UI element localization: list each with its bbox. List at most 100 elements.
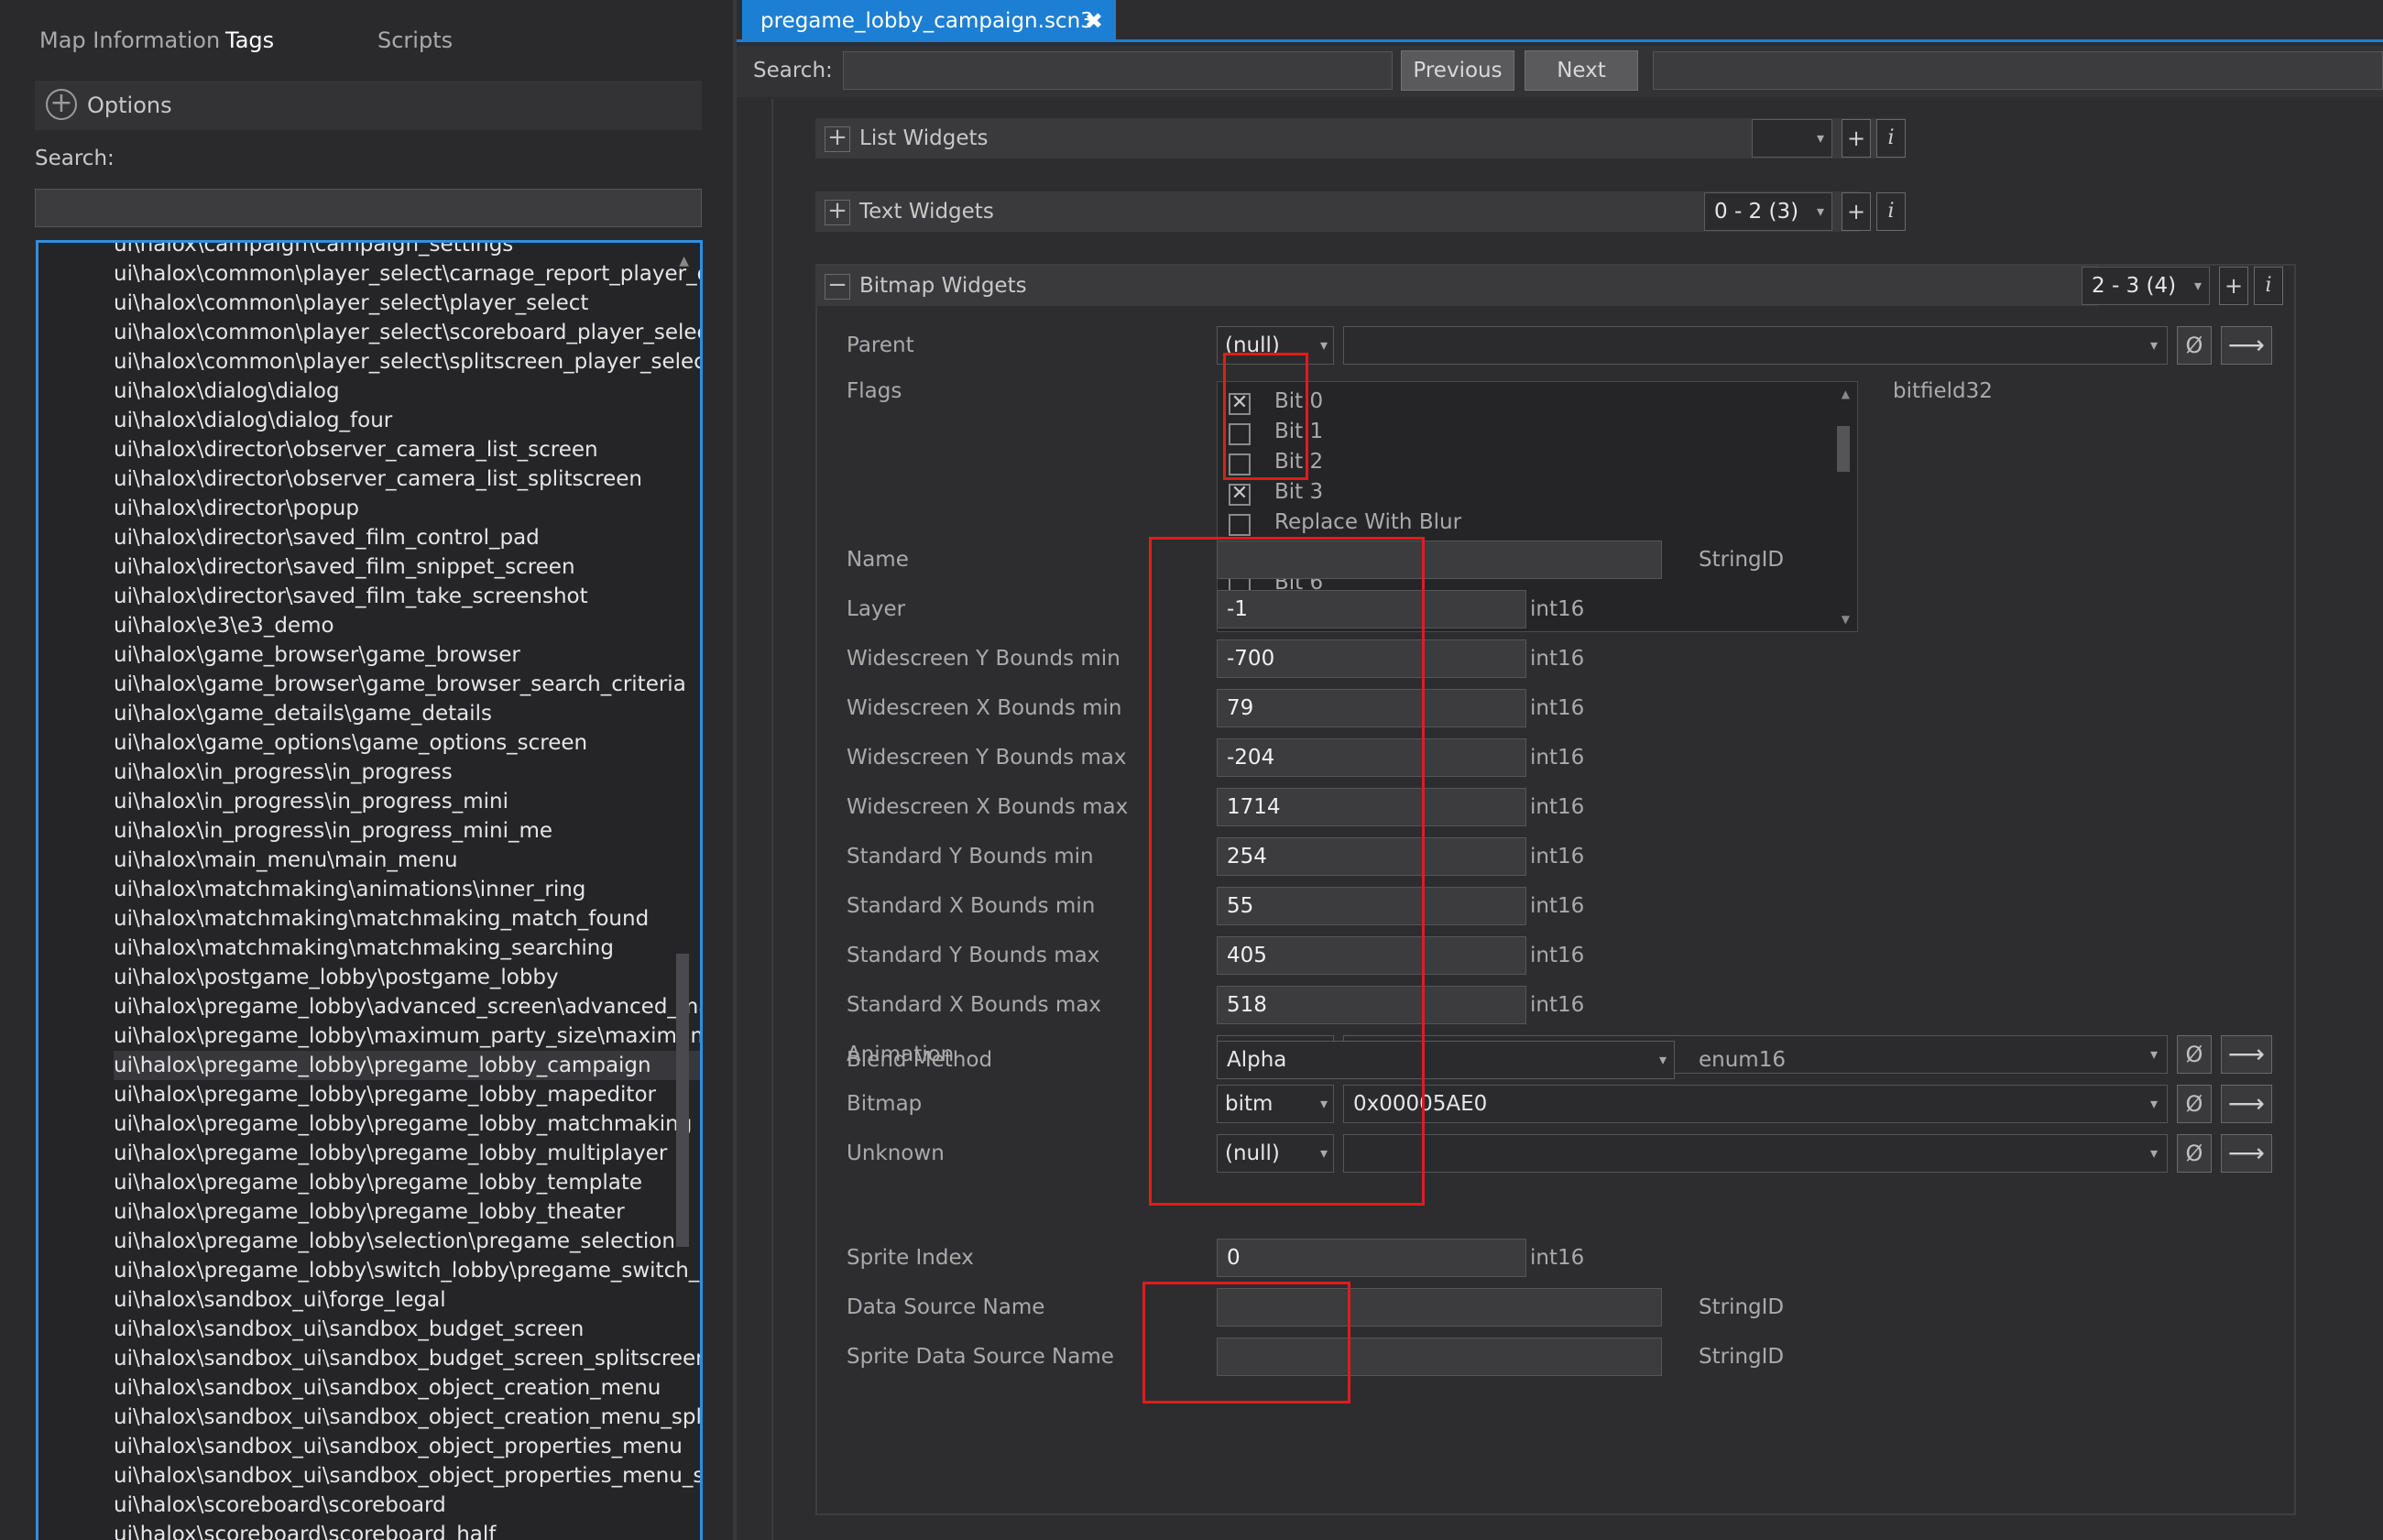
- tag-list-item[interactable]: ui\halox\game_details\game_details: [114, 699, 700, 728]
- tag-list-item[interactable]: ui\halox\matchmaking\animations\inner_ri…: [114, 875, 700, 904]
- tag-list-item[interactable]: ui\halox\scoreboard\scoreboard: [114, 1491, 700, 1520]
- tag-list-item[interactable]: ui\halox\sandbox_ui\sandbox_object_prope…: [114, 1461, 700, 1491]
- tag-list-item[interactable]: ui\halox\common\player_select\scoreboard…: [114, 318, 700, 347]
- checkbox-icon[interactable]: [1229, 423, 1251, 445]
- bitmap-widgets-selector[interactable]: 2 - 3 (4) ▾: [2082, 267, 2210, 305]
- tag-list[interactable]: ui\halox\campaign\campaign_settings ui\ha…: [36, 240, 703, 1540]
- tag-list-item[interactable]: ui\halox\pregame_lobby\advanced_screen\a…: [114, 992, 700, 1021]
- sprite-index-input[interactable]: 0: [1217, 1239, 1526, 1277]
- info-button[interactable]: i: [2254, 267, 2283, 305]
- flags-scrollbar-thumb[interactable]: [1837, 426, 1850, 472]
- checked-checkbox-icon[interactable]: ✕: [1229, 484, 1251, 506]
- standard-x-bounds-max-input[interactable]: 518: [1217, 986, 1526, 1024]
- scroll-up-arrow-icon[interactable]: ▲: [1842, 388, 1850, 400]
- tag-list-item[interactable]: ui\halox\pregame_lobby\pregame_lobby_the…: [114, 1197, 700, 1227]
- tag-list-item[interactable]: ui\halox\main_menu\main_menu: [114, 846, 700, 875]
- widescreen-y-bounds-min-input[interactable]: -700: [1217, 639, 1526, 678]
- bitmap-group-select[interactable]: bitm ▾: [1217, 1085, 1334, 1123]
- close-icon[interactable]: ✖: [1085, 0, 1103, 42]
- tag-list-item[interactable]: ui\halox\sandbox_ui\sandbox_object_creat…: [114, 1373, 700, 1403]
- standard-x-bounds-min-input[interactable]: 55: [1217, 887, 1526, 925]
- tag-list-item[interactable]: ui\halox\director\popup: [114, 494, 700, 523]
- parent-group-select[interactable]: (null) ▾: [1217, 326, 1334, 365]
- tag-list-item[interactable]: ui\halox\game_browser\game_browser_searc…: [114, 670, 700, 699]
- previous-button[interactable]: Previous: [1401, 50, 1514, 91]
- tag-list-item[interactable]: ui\halox\sandbox_ui\sandbox_object_creat…: [114, 1403, 700, 1432]
- standard-y-bounds-max-input[interactable]: 405: [1217, 936, 1526, 975]
- tag-list-item[interactable]: ui\halox\common\player_select\splitscree…: [114, 347, 700, 377]
- checked-checkbox-icon[interactable]: ✕: [1229, 393, 1251, 415]
- layer-input[interactable]: -1: [1217, 590, 1526, 628]
- unknown-group-select[interactable]: (null) ▾: [1217, 1134, 1334, 1173]
- editor-search-input[interactable]: [843, 51, 1393, 90]
- tag-list-item[interactable]: ui\halox\pregame_lobby\pregame_lobby_cam…: [114, 1051, 700, 1080]
- add-block-button[interactable]: +: [2219, 267, 2248, 305]
- tag-list-item[interactable]: ui\halox\in_progress\in_progress_mini_me: [114, 816, 700, 846]
- tag-list-item[interactable]: ui\halox\in_progress\in_progress_mini: [114, 787, 700, 816]
- tag-list-item[interactable]: ui\halox\director\saved_film_control_pad: [114, 523, 700, 552]
- goto-tag-button[interactable]: ⟶: [2221, 1134, 2272, 1173]
- tag-list-item[interactable]: ui\halox\dialog\dialog_four: [114, 406, 700, 435]
- tag-list-item[interactable]: ui\halox\sandbox_ui\sandbox_budget_scree…: [114, 1315, 700, 1344]
- bitmap-widgets-title: Bitmap Widgets: [859, 274, 1027, 298]
- tag-list-item[interactable]: ui\halox\pregame_lobby\pregame_lobby_mul…: [114, 1139, 700, 1168]
- tag-list-item[interactable]: ui\halox\sandbox_ui\forge_legal: [114, 1285, 700, 1315]
- scroll-up-arrow-icon[interactable]: ▲: [679, 254, 689, 268]
- tag-list-item[interactable]: ui\halox\in_progress\in_progress: [114, 758, 700, 787]
- unknown-tag-path[interactable]: ▾: [1343, 1134, 2168, 1173]
- tag-list-item[interactable]: ui\halox\game_options\game_options_scree…: [114, 728, 700, 758]
- tag-list-item[interactable]: ui\halox\pregame_lobby\switch_lobby\preg…: [114, 1256, 700, 1285]
- tag-list-item[interactable]: ui\halox\dialog\dialog: [114, 377, 700, 406]
- tag-list-item[interactable]: ui\halox\sandbox_ui\sandbox_budget_scree…: [114, 1344, 700, 1373]
- tag-list-item[interactable]: ui\halox\game_browser\game_browser: [114, 640, 700, 670]
- tag-list-item[interactable]: ui\halox\pregame_lobby\selection\pregame…: [114, 1227, 700, 1256]
- blend-method-select[interactable]: Alpha ▾: [1217, 1041, 1675, 1079]
- widescreen-y-bounds-min-type: int16: [1530, 647, 1585, 671]
- sprite-data-source-name-input[interactable]: [1217, 1338, 1662, 1376]
- scroll-down-arrow-icon[interactable]: ▼: [1842, 613, 1850, 626]
- null-tag-button[interactable]: Ø: [2177, 1035, 2212, 1074]
- tag-list-item[interactable]: ui\halox\director\saved_film_take_screen…: [114, 582, 700, 611]
- tag-list-item[interactable]: ui\halox\pregame_lobby\pregame_lobby_mat…: [114, 1109, 700, 1139]
- tag-list-item[interactable]: ui\halox\postgame_lobby\postgame_lobby: [114, 963, 700, 992]
- widescreen-y-bounds-max-input[interactable]: -204: [1217, 738, 1526, 777]
- tab-tags[interactable]: Tags: [225, 27, 274, 53]
- goto-tag-button[interactable]: ⟶: [2221, 1085, 2272, 1123]
- tab-map-information[interactable]: Map Information: [39, 27, 220, 53]
- null-tag-button[interactable]: Ø: [2177, 1134, 2212, 1173]
- collapse-icon[interactable]: −: [825, 273, 850, 300]
- widescreen-x-bounds-min-input[interactable]: 79: [1217, 689, 1526, 727]
- tag-list-item[interactable]: ui\halox\common\player_select\carnage_re…: [114, 259, 700, 289]
- tag-list-item[interactable]: ui\halox\director\observer_camera_list_s…: [114, 435, 700, 464]
- tag-list-item[interactable]: ui\halox\scoreboard\scoreboard_half: [114, 1520, 700, 1540]
- tag-list-item[interactable]: ui\halox\pregame_lobby\pregame_lobby_tem…: [114, 1168, 700, 1197]
- options-expander[interactable]: + Options: [35, 81, 702, 130]
- tag-list-item[interactable]: ui\halox\common\player_select\player_sel…: [114, 289, 700, 318]
- checkbox-icon[interactable]: [1229, 453, 1251, 475]
- tag-list-item[interactable]: ui\halox\sandbox_ui\sandbox_object_prope…: [114, 1432, 700, 1461]
- null-tag-button[interactable]: Ø: [2177, 1085, 2212, 1123]
- goto-tag-button[interactable]: ⟶: [2221, 1035, 2272, 1074]
- name-input[interactable]: [1217, 541, 1662, 579]
- widescreen-x-bounds-max-input[interactable]: 1714: [1217, 788, 1526, 826]
- tag-list-item[interactable]: ui\halox\pregame_lobby\pregame_lobby_map…: [114, 1080, 700, 1109]
- goto-tag-button[interactable]: ⟶: [2221, 326, 2272, 365]
- document-tab[interactable]: pregame_lobby_campaign.scn3 ✖: [742, 0, 1116, 40]
- tag-search-input[interactable]: [35, 189, 702, 227]
- tag-list-item[interactable]: ui\halox\pregame_lobby\maximum_party_siz…: [114, 1021, 700, 1051]
- tab-scripts[interactable]: Scripts: [377, 27, 453, 53]
- checkbox-icon[interactable]: [1229, 514, 1251, 536]
- tag-list-scrollbar-thumb[interactable]: [676, 954, 689, 1247]
- parent-tag-path[interactable]: ▾: [1343, 326, 2168, 365]
- tag-list-item[interactable]: ui\halox\matchmaking\matchmaking_match_f…: [114, 904, 700, 934]
- tag-list-item[interactable]: ui\halox\e3\e3_demo: [114, 611, 700, 640]
- tag-list-item[interactable]: ui\halox\director\observer_camera_list_s…: [114, 464, 700, 494]
- standard-y-bounds-min-input[interactable]: 254: [1217, 837, 1526, 876]
- next-button[interactable]: Next: [1525, 50, 1638, 91]
- bitmap-tag-path[interactable]: 0x00005AE0 ▾: [1343, 1085, 2168, 1123]
- tag-list-item[interactable]: ui\halox\director\saved_film_snippet_scr…: [114, 552, 700, 582]
- data-source-name-input[interactable]: [1217, 1288, 1662, 1327]
- tag-list-item[interactable]: ui\halox\matchmaking\matchmaking_searchi…: [114, 934, 700, 963]
- null-tag-button[interactable]: Ø: [2177, 326, 2212, 365]
- tag-list-item[interactable]: ui\halox\campaign\campaign_settings: [114, 243, 700, 259]
